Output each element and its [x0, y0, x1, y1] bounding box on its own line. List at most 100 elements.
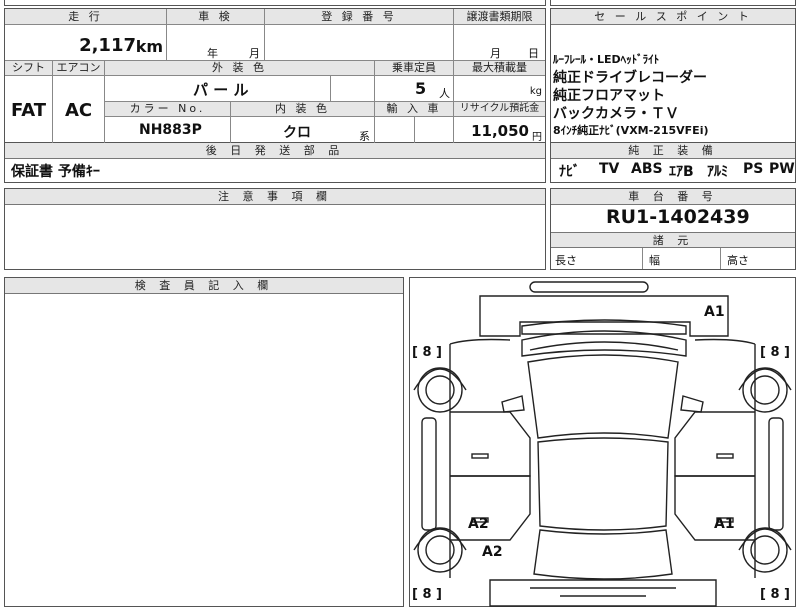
- sales-line-1: ﾙｰﾌﾚｰﾙ・LEDﾍｯﾄﾞﾗｲﾄ: [553, 53, 660, 66]
- inspection-year: 年: [207, 47, 218, 60]
- rear-bumper: [489, 579, 717, 607]
- exterior-extra-cell: [331, 76, 375, 102]
- sales-line-4: バックカメラ・ＴＶ: [553, 106, 679, 122]
- mileage-label: 走 行: [5, 9, 167, 25]
- equip-pw: PW: [769, 161, 795, 177]
- registration-label: 登 録 番 号: [265, 9, 454, 25]
- transfer-month: 月: [490, 47, 501, 60]
- shift-value: FAT: [11, 100, 47, 121]
- chassis-label: 車 台 番 号: [551, 189, 795, 205]
- rear-left-door: [450, 475, 531, 541]
- maxload-unit: kg: [529, 86, 542, 97]
- later-parts-value: 保証書 予備ｷｰ: [11, 164, 100, 180]
- recycle-cell: 11,050 円: [454, 117, 545, 144]
- equip-ps: PS: [743, 161, 764, 177]
- sales-line-3: 純正フロアマット: [553, 88, 665, 104]
- ac-label: エアコン: [53, 61, 105, 76]
- right-side-body: [694, 338, 756, 578]
- equip-alloy: ｱﾙﾐ: [707, 164, 728, 180]
- transfer-day: 日: [528, 47, 539, 60]
- chassis-box: 車 台 番 号 RU1-1402439 諸 元 長さ 幅 高さ: [550, 188, 796, 270]
- mileage-unit: km: [135, 37, 163, 56]
- color-no-cell: NH883P: [105, 117, 231, 144]
- shift-cell: FAT: [5, 76, 53, 144]
- rear-left-wheel: [417, 527, 463, 573]
- maxload-cell: kg: [454, 76, 545, 102]
- main-info-table: 走 行 車 検 登 録 番 号 譲渡書類期限 2,117 km 年 月 月 日 …: [4, 8, 546, 144]
- mark-left-mid: A2: [468, 516, 489, 532]
- equipment-label: 純 正 装 備: [551, 143, 795, 159]
- later-parts-box: 後 日 発 送 部 品 保証書 予備ｷｰ: [4, 143, 546, 183]
- left-handle-front: [471, 453, 489, 459]
- later-parts-label: 後 日 発 送 部 品: [5, 143, 545, 159]
- import-cell-b: [415, 117, 454, 144]
- equipment-box: 純 正 装 備 ﾅﾋﾞ TV ABS ｴｱB ｱﾙﾐ PS PW: [550, 143, 796, 183]
- mileage-value: 2,117: [79, 35, 136, 56]
- inspection-cell: 年 月: [167, 25, 265, 61]
- import-cell-a: [375, 117, 415, 144]
- mark-front-right: A1: [704, 304, 725, 320]
- maxload-label: 最大積載量: [454, 61, 545, 76]
- dims-width: 幅: [649, 254, 660, 267]
- transfer-cell: 月 日: [454, 25, 545, 61]
- car-diagram-box: A1 A2 A1 A2 [ 8 ] [ 8 ] [ 8 ] [ 8 ]: [409, 277, 796, 607]
- front-left-wheel: [417, 367, 463, 413]
- recycle-label: リサイクル預託金: [454, 102, 545, 117]
- shift-label: シフト: [5, 61, 53, 76]
- chassis-value: RU1-1402439: [606, 206, 750, 228]
- front-bumper-slot: [529, 281, 649, 293]
- inspector-label: 検 査 員 記 入 欄: [5, 278, 403, 294]
- recycle-value: 11,050: [471, 122, 529, 140]
- roof: [537, 437, 669, 531]
- right-handle-front: [716, 453, 734, 459]
- car-diagram: A1 A2 A1 A2 [ 8 ] [ 8 ] [ 8 ] [ 8 ]: [412, 281, 792, 607]
- interior-suffix: 系: [359, 130, 370, 143]
- hood: [521, 330, 687, 357]
- equip-tv: TV: [599, 161, 620, 177]
- registration-cell: [265, 25, 454, 61]
- left-side-body: [449, 338, 511, 578]
- capacity-unit: 人: [439, 87, 450, 100]
- left-skirt: [421, 417, 437, 531]
- sales-point-box: セ ー ル ス ポ イ ン ト ﾙｰﾌﾚｰﾙ・LEDﾍｯﾄﾞﾗｲﾄ 純正ドライブ…: [550, 8, 796, 143]
- capacity-value: 5: [415, 79, 427, 98]
- mark-left-lower: A2: [482, 544, 503, 560]
- windshield: [527, 354, 679, 439]
- interior-cell: クロ 系: [231, 117, 375, 144]
- import-label: 輸 入 車: [375, 102, 454, 117]
- header-top-strip: [4, 0, 546, 6]
- right-mirror: [680, 395, 704, 413]
- inspector-box: 検 査 員 記 入 欄: [4, 277, 404, 607]
- sales-line-5: 8ｲﾝﾁ純正ﾅﾋﾞ(VXM-215VFEi): [553, 124, 709, 137]
- sales-point-label: セ ー ル ス ポ イ ン ト: [551, 9, 795, 25]
- rear-right-wheel: [742, 527, 788, 573]
- recycle-unit: 円: [532, 132, 542, 143]
- front-bumper: [479, 295, 729, 337]
- interior-value: クロ: [283, 125, 311, 141]
- dims-width-cell: 幅: [643, 248, 721, 269]
- mark-right-mid: A1: [714, 516, 735, 532]
- transfer-deadline-label: 譲渡書類期限: [454, 9, 545, 25]
- equip-navi: ﾅﾋﾞ: [559, 164, 580, 180]
- ac-cell: AC: [53, 76, 105, 144]
- equip-airbag: ｴｱB: [669, 164, 694, 180]
- inspection-label: 車 検: [167, 9, 265, 25]
- capacity-cell: 5 人: [375, 76, 454, 102]
- front-right-wheel: [742, 367, 788, 413]
- tire-front-right: [ 8 ]: [760, 345, 790, 360]
- sales-line-2: 純正ドライブレコーダー: [553, 70, 707, 86]
- exterior-label: 外 装 色: [105, 61, 375, 76]
- mileage-cell: 2,117 km: [5, 25, 167, 61]
- notes-label: 注 意 事 項 欄: [5, 189, 545, 205]
- color-no-label: カラー No.: [105, 102, 231, 117]
- header-top-strip-right: [550, 0, 796, 6]
- tire-front-left: [ 8 ]: [412, 345, 442, 360]
- interior-label: 内 装 色: [231, 102, 375, 117]
- exterior-value: パ ー ル: [193, 81, 249, 99]
- equip-abs: ABS: [631, 161, 663, 177]
- front-right-door: [674, 411, 755, 477]
- rear-glass: [533, 529, 673, 580]
- color-no-value: NH883P: [139, 122, 202, 138]
- exterior-cell: パ ー ル: [105, 76, 331, 102]
- ac-value: AC: [65, 100, 93, 121]
